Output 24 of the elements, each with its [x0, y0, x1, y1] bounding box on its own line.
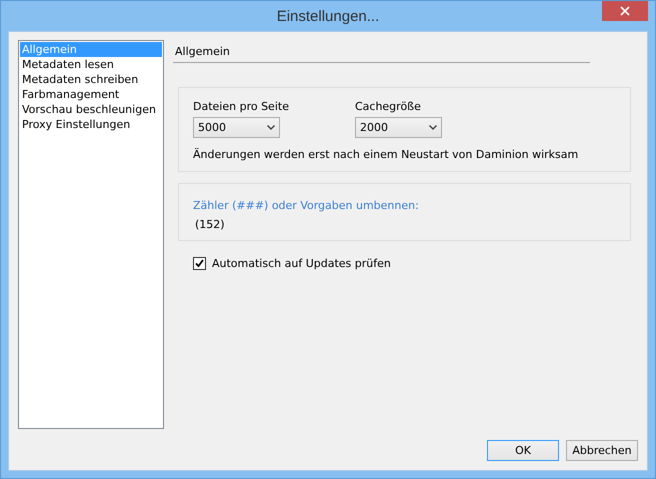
- counter-value: (152): [194, 218, 226, 231]
- chevron-icon: [428, 125, 437, 130]
- check-icon: [195, 259, 204, 268]
- dialog-button[interactable]: Abbrechen: [566, 440, 638, 461]
- dropdown-label: Cachegröße: [354, 100, 422, 113]
- dropdown[interactable]: 5000: [193, 117, 280, 138]
- close-button[interactable]: [602, 1, 648, 21]
- category-item[interactable]: Vorschau beschleunigen: [20, 102, 162, 117]
- category-item[interactable]: Farbmanagement: [20, 87, 162, 102]
- category-item[interactable]: Metadaten schreiben: [20, 72, 162, 87]
- close-icon: [620, 6, 630, 16]
- dialog-button[interactable]: OK: [487, 440, 559, 461]
- checkbox-label: Automatisch auf Updates prüfen: [212, 257, 391, 270]
- category-item[interactable]: Metadaten lesen: [20, 57, 162, 72]
- rename-link[interactable]: Zähler (###) oder Vorgaben umbennen:: [193, 199, 419, 212]
- window-title: Einstellungen...: [276, 8, 380, 24]
- dropdown[interactable]: 2000: [354, 117, 442, 138]
- restart-note: Änderungen werden erst nach einem Neustart von Daminion wirksam: [193, 148, 580, 161]
- section-title: Allgemein: [173, 40, 590, 63]
- checkbox[interactable]: [193, 257, 206, 270]
- dropdown-label: Dateien pro Seite: [193, 100, 289, 113]
- chevron-icon: [267, 125, 275, 130]
- auto-update-checkbox[interactable]: Automatisch auf Updates prüfen: [193, 257, 638, 270]
- category-item[interactable]: Proxy Einstellungen: [20, 117, 162, 132]
